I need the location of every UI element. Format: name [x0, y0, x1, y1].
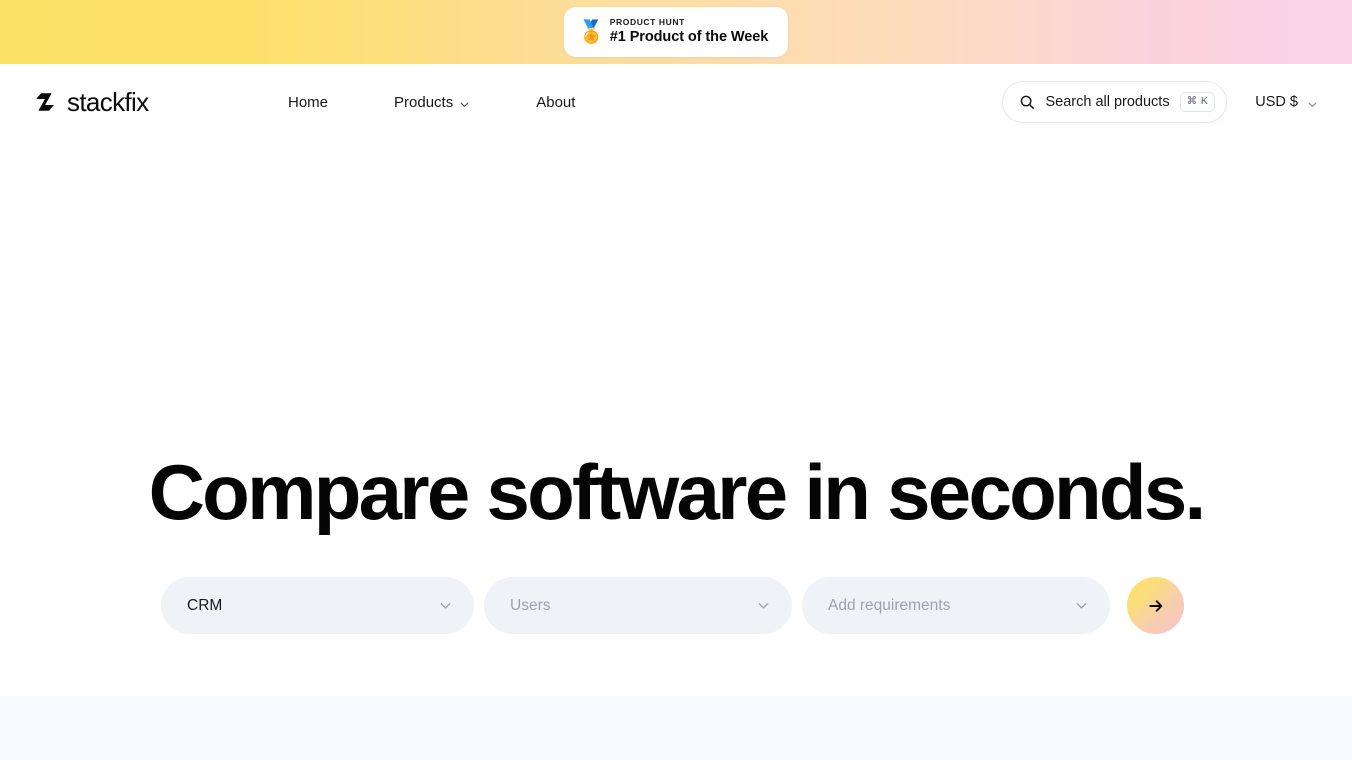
currency-selector[interactable]: USD $ [1253, 88, 1320, 116]
search-input[interactable]: Search all products ⌘ K [1002, 81, 1228, 123]
nav-item-home-label: Home [288, 93, 329, 111]
nav-item-home[interactable]: Home [288, 86, 328, 119]
hero-section: Compare software in seconds. CRM Users A… [0, 140, 1352, 696]
chevron-down-icon [439, 599, 452, 612]
brand-logo-link[interactable]: stackfix [32, 87, 149, 117]
promo-headline: #1 Product of the Week [609, 28, 769, 45]
main-nav: Home Products About [288, 86, 575, 119]
nav-item-about[interactable]: About [536, 86, 575, 119]
category-dropdown-value: CRM [187, 596, 223, 614]
search-shortcut-badge: ⌘ K [1179, 91, 1216, 113]
search-icon [1019, 94, 1035, 110]
nav-item-about-label: About [536, 93, 576, 111]
chevron-down-icon [757, 599, 770, 612]
product-finder-form: CRM Users Add requirements [161, 577, 1184, 634]
users-dropdown-value: Users [510, 596, 551, 614]
promo-text-group: PRODUCT HUNT #1 Product of the Week [609, 16, 769, 48]
stackfix-logo-icon [32, 89, 58, 115]
below-hero-section [0, 696, 1352, 760]
requirements-dropdown-value: Add requirements [828, 596, 951, 614]
submit-search-button[interactable] [1127, 577, 1184, 634]
nav-item-products[interactable]: Products [394, 86, 470, 119]
page-title: Compare software in seconds. [148, 448, 1207, 536]
search-placeholder-label: Search all products [1045, 94, 1170, 110]
currency-selector-label: USD $ [1255, 94, 1298, 110]
nav-item-products-label: Products [394, 93, 454, 111]
brand-name: stackfix [67, 87, 149, 117]
product-hunt-badge[interactable]: 🏅 PRODUCT HUNT #1 Product of the Week [563, 7, 789, 57]
chevron-down-icon [459, 97, 470, 108]
users-dropdown[interactable]: Users [484, 577, 792, 634]
site-header: stackfix Home Products About Search all … [0, 64, 1352, 140]
medal-icon: 🏅 [577, 19, 606, 44]
requirements-dropdown[interactable]: Add requirements [802, 577, 1110, 634]
category-dropdown[interactable]: CRM [161, 577, 474, 634]
arrow-right-icon [1147, 597, 1165, 615]
promo-banner: 🏅 PRODUCT HUNT #1 Product of the Week [0, 0, 1352, 64]
promo-eyebrow: PRODUCT HUNT [609, 16, 685, 27]
header-actions: Search all products ⌘ K USD $ [1002, 81, 1320, 123]
chevron-down-icon [1307, 97, 1318, 108]
chevron-down-icon [1075, 599, 1088, 612]
